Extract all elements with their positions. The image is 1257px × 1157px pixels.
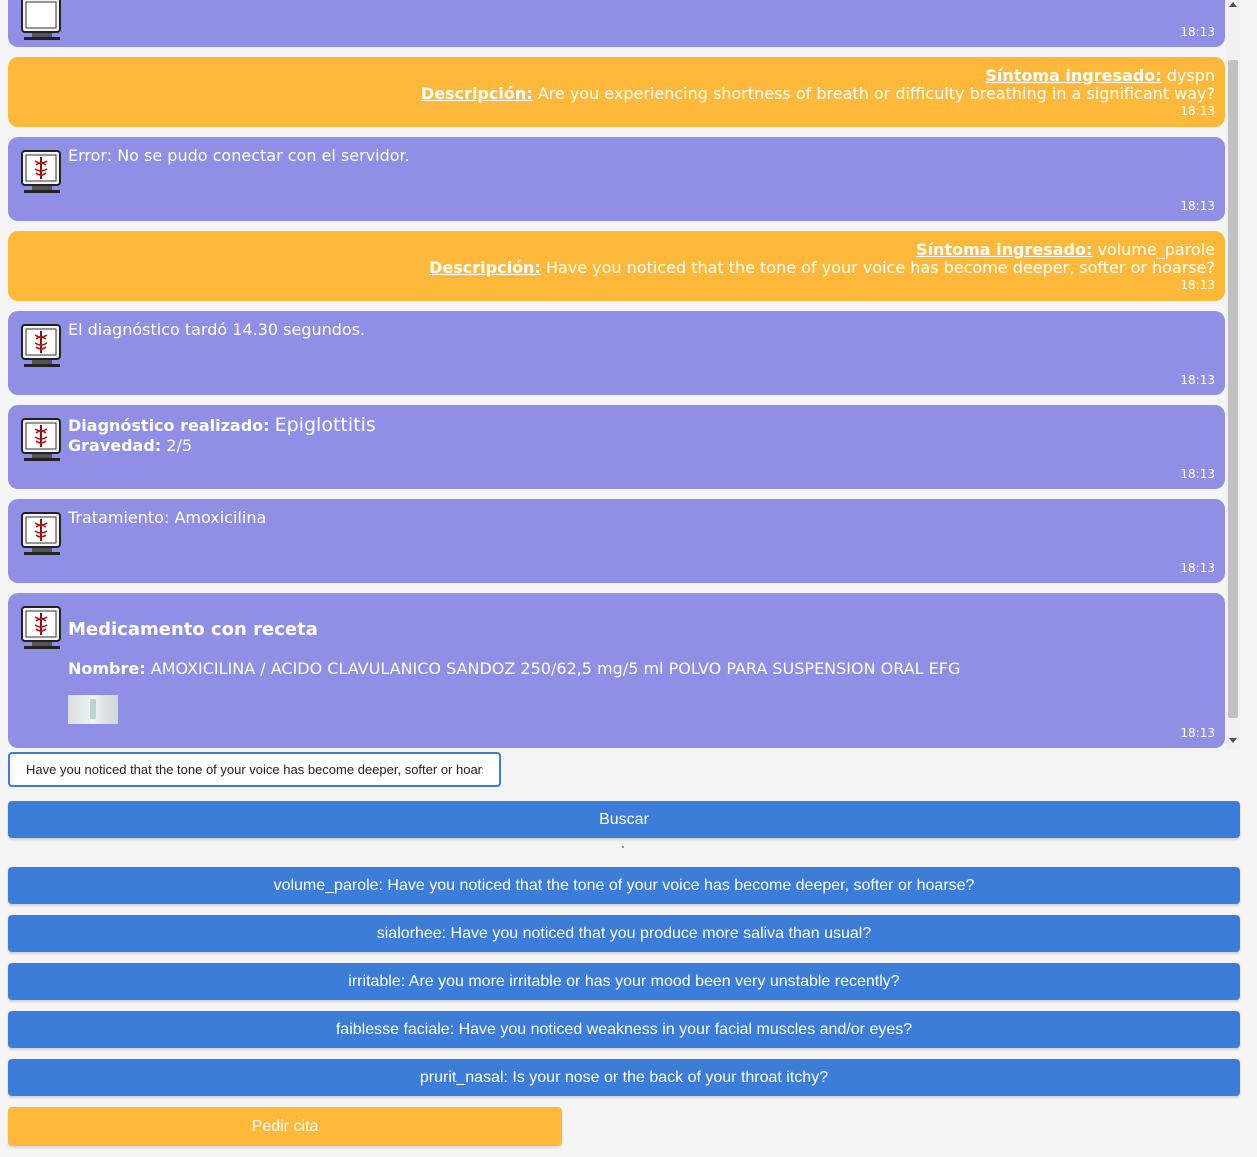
suggestion-button[interactable]: sialorhee: Have you noticed that you pro… xyxy=(8,915,1240,952)
suggestion-button[interactable]: faiblesse faciale: Have you noticed weak… xyxy=(8,1011,1240,1048)
scroll-up-icon[interactable] xyxy=(1229,2,1237,7)
separator xyxy=(622,846,624,848)
bot-message: Tratamiento: Amoxicilina 18:13 xyxy=(8,499,1225,583)
scroll-down-icon[interactable] xyxy=(1229,738,1237,743)
message-time: 18:13 xyxy=(1180,104,1215,118)
scrollbar-thumb[interactable] xyxy=(1228,60,1238,718)
message-time: 18:13 xyxy=(1180,373,1215,387)
description-label: Descripción: xyxy=(429,258,541,277)
bot-message: Diagnóstico realizado: Epiglottitis Grav… xyxy=(8,405,1225,489)
doctor-computer-icon xyxy=(21,150,61,193)
message-text: Tratamiento: Amoxicilina xyxy=(68,508,267,527)
message-time: 18:13 xyxy=(1180,561,1215,575)
user-message: Síntoma ingresado: dyspn Descripción: Ar… xyxy=(8,57,1225,127)
medication-title: Medicamento con receta xyxy=(68,619,318,640)
diagnosis-label: Diagnóstico realizado: xyxy=(68,416,270,435)
bot-message: Medicamento con receta Nombre: AMOXICILI… xyxy=(8,593,1225,748)
suggestion-button[interactable]: prurit_nasal: Is your nose or the back o… xyxy=(8,1059,1240,1096)
severity-value: 2/5 xyxy=(166,436,193,455)
description-value: Are you experiencing shortness of breath… xyxy=(537,84,1215,103)
user-message: Síntoma ingresado: volume_parole Descrip… xyxy=(8,231,1225,301)
appointment-button[interactable]: Pedir cita xyxy=(8,1107,562,1146)
message-text: El diagnóstico tardó 14.30 segundos. xyxy=(68,320,366,339)
diagnosis-value: Epiglottitis xyxy=(274,414,376,436)
suggestion-button[interactable]: irritable: Are you more irritable or has… xyxy=(8,963,1240,1000)
doctor-computer-icon xyxy=(21,418,61,461)
search-button[interactable]: Buscar xyxy=(8,801,1240,838)
search-input[interactable] xyxy=(8,752,501,787)
description-value: Have you noticed that the tone of your v… xyxy=(545,258,1215,277)
message-time: 18:13 xyxy=(1180,25,1215,39)
severity-label: Gravedad: xyxy=(68,436,162,455)
message-time: 18:13 xyxy=(1180,467,1215,481)
message-time: 18:13 xyxy=(1180,278,1215,292)
bot-message: El diagnóstico tardó 14.30 segundos. 18:… xyxy=(8,311,1225,395)
message-time: 18:13 xyxy=(1180,199,1215,213)
doctor-computer-icon xyxy=(21,606,61,649)
medication-image[interactable] xyxy=(68,695,118,724)
doctor-computer-icon xyxy=(21,0,61,40)
symptom-value: volume_parole xyxy=(1097,240,1215,259)
doctor-computer-icon xyxy=(21,512,61,555)
symptom-label: Síntoma ingresado: xyxy=(985,66,1162,85)
message-time: 18:13 xyxy=(1180,726,1215,740)
description-label: Descripción: xyxy=(420,84,533,103)
chat-window[interactable]: 18:13 Síntoma ingresado: dyspn Descripci… xyxy=(0,0,1240,749)
bot-message: 18:13 xyxy=(8,0,1225,47)
symptom-label: Síntoma ingresado: xyxy=(916,240,1093,259)
medication-name-label: Nombre: xyxy=(68,659,146,678)
suggestion-button[interactable]: volume_parole: Have you noticed that the… xyxy=(8,867,1240,904)
symptom-value: dyspn xyxy=(1166,66,1215,85)
message-text: Error: No se pudo conectar con el servid… xyxy=(68,146,410,165)
bot-message: Error: No se pudo conectar con el servid… xyxy=(8,137,1225,221)
medication-name: AMOXICILINA / ACIDO CLAVULANICO SANDOZ 2… xyxy=(150,659,961,678)
chat-scrollbar[interactable] xyxy=(1226,0,1240,749)
doctor-computer-icon xyxy=(21,324,61,367)
